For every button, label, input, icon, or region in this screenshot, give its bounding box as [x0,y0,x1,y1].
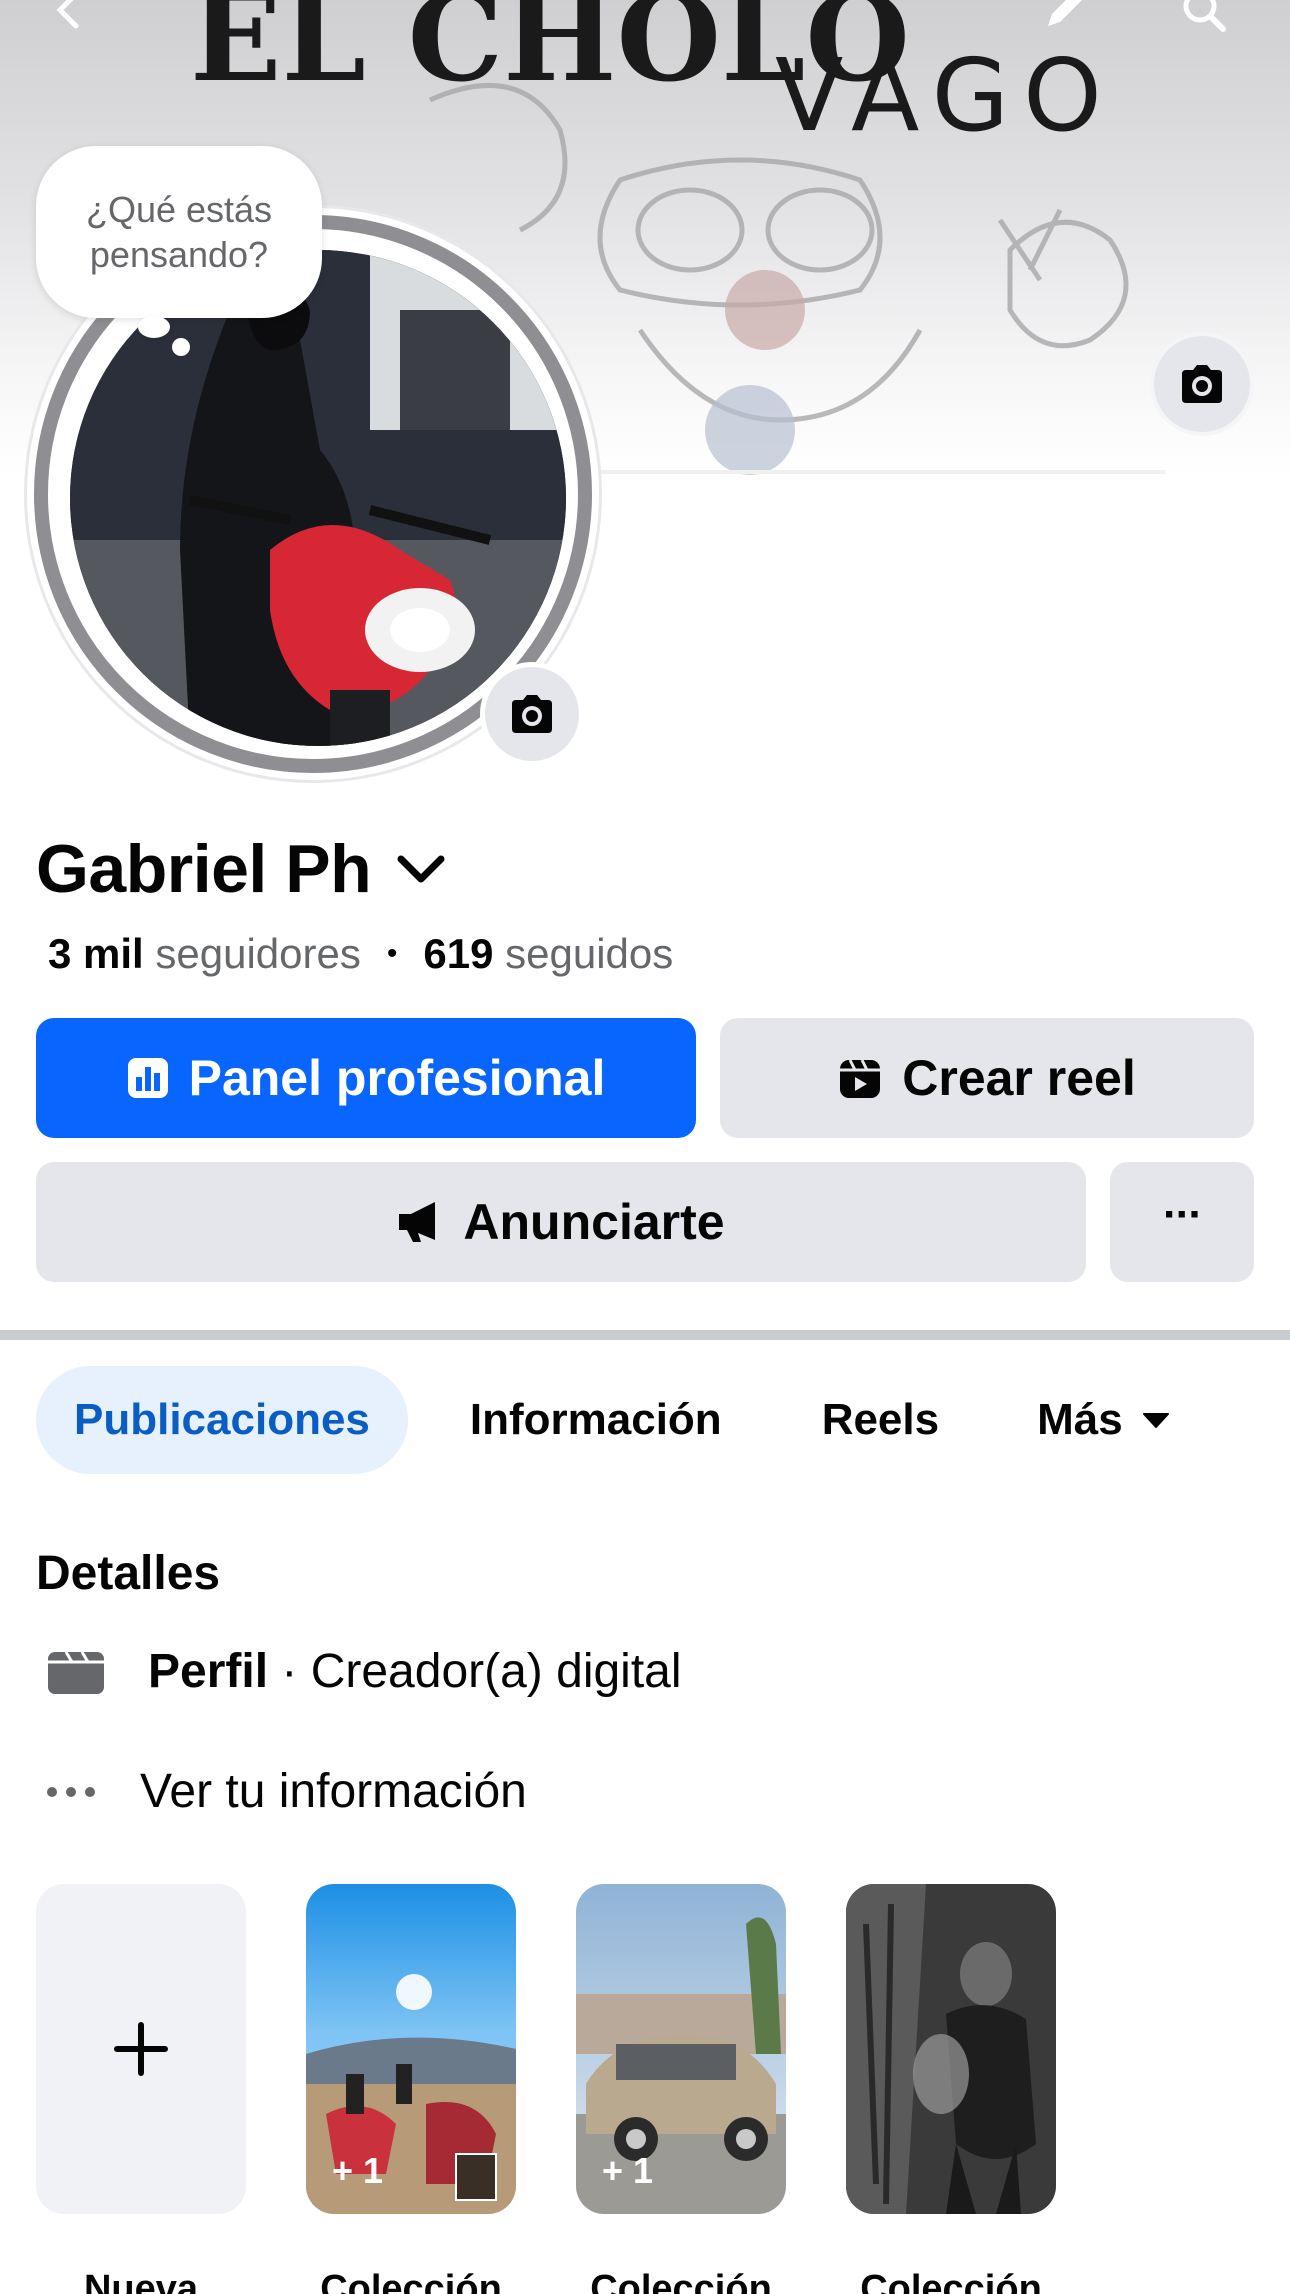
tab-mas[interactable]: Más [1037,1366,1171,1474]
profile-tabs: Publicaciones Información Reels Más [36,1366,1171,1474]
create-reel-label: Crear reel [902,1050,1136,1106]
thought-bubble-tail [138,316,170,338]
clapperboard-icon [48,1650,104,1694]
avatar-camera-button[interactable] [480,662,584,766]
collection-thumbnail [846,1884,1056,2214]
tab-reels[interactable]: Reels [822,1366,939,1474]
cover-camera-button[interactable] [1150,332,1254,436]
search-icon[interactable] [1180,0,1228,34]
new-collection-card[interactable] [36,1884,246,2214]
collection-card[interactable]: + 1 [576,1884,786,2214]
see-about-info-row[interactable]: Ver tu información [46,1764,527,1819]
section-divider [0,1330,1290,1340]
camera-icon [512,695,552,733]
advertise-button[interactable]: Anunciarte [36,1162,1086,1282]
tab-mas-label: Más [1037,1395,1123,1444]
collection-card[interactable] [846,1884,1056,2214]
professional-dashboard-label: Panel profesional [188,1050,606,1106]
create-reel-button[interactable]: Crear reel [720,1018,1254,1138]
thought-bubble-tail-dot [172,338,190,356]
professional-dashboard-button[interactable]: Panel profesional [36,1018,696,1138]
advertise-label: Anunciarte [463,1194,725,1250]
more-options-button[interactable]: ··· [1110,1162,1254,1282]
pencil-icon[interactable] [1040,0,1088,34]
detail-profile-category: Perfil · Creador(a) digital [46,1644,682,1699]
plus-icon [114,2022,168,2076]
details-heading: Detalles [36,1547,221,1600]
thought-bubble-text: ¿Qué estás pensando? [85,189,273,275]
see-about-info-label: Ver tu información [140,1765,527,1818]
stats-separator: • [386,937,398,970]
followers-label[interactable]: seguidores [155,930,360,978]
profile-name: Gabriel Ph [36,831,372,907]
chevron-left-icon[interactable] [50,0,90,30]
tab-publicaciones[interactable]: Publicaciones [36,1366,408,1474]
detail-profile-label: Perfil [148,1645,269,1698]
collection-card[interactable]: + 1 [306,1884,516,2214]
cover-edge [595,470,1165,474]
collection-label: Colección [860,2268,1042,2294]
detail-profile-category-text: · Creador(a) digital [268,1645,682,1698]
new-collection-label: Nueva [83,2268,199,2294]
megaphone-icon [399,1202,436,1242]
reel-icon [840,1059,881,1098]
chevron-down-icon [397,855,445,883]
profile-name-switcher[interactable]: Gabriel Ph [36,830,447,908]
collection-count: + 1 [332,2150,384,2191]
followers-count[interactable]: 3 mil [48,930,144,978]
caret-down-icon [1142,1413,1169,1428]
follow-stats: 3 mil seguidores • 619 seguidos [48,930,673,978]
following-count[interactable]: 619 [423,930,493,978]
cover-title-right: VAGO [775,37,1116,154]
more-options-icon: ··· [1163,1190,1203,1239]
tab-informacion[interactable]: Información [470,1366,722,1474]
thought-bubble[interactable]: ¿Qué estás pensando? [36,146,322,318]
ellipsis-icon [47,1786,95,1797]
camera-icon [1182,365,1222,403]
collection-count: + 1 [602,2150,654,2191]
following-label[interactable]: seguidos [505,930,673,978]
dashboard-icon [127,1058,168,1098]
collection-label: Colección [320,2268,502,2294]
collection-label: Colección [590,2268,772,2294]
